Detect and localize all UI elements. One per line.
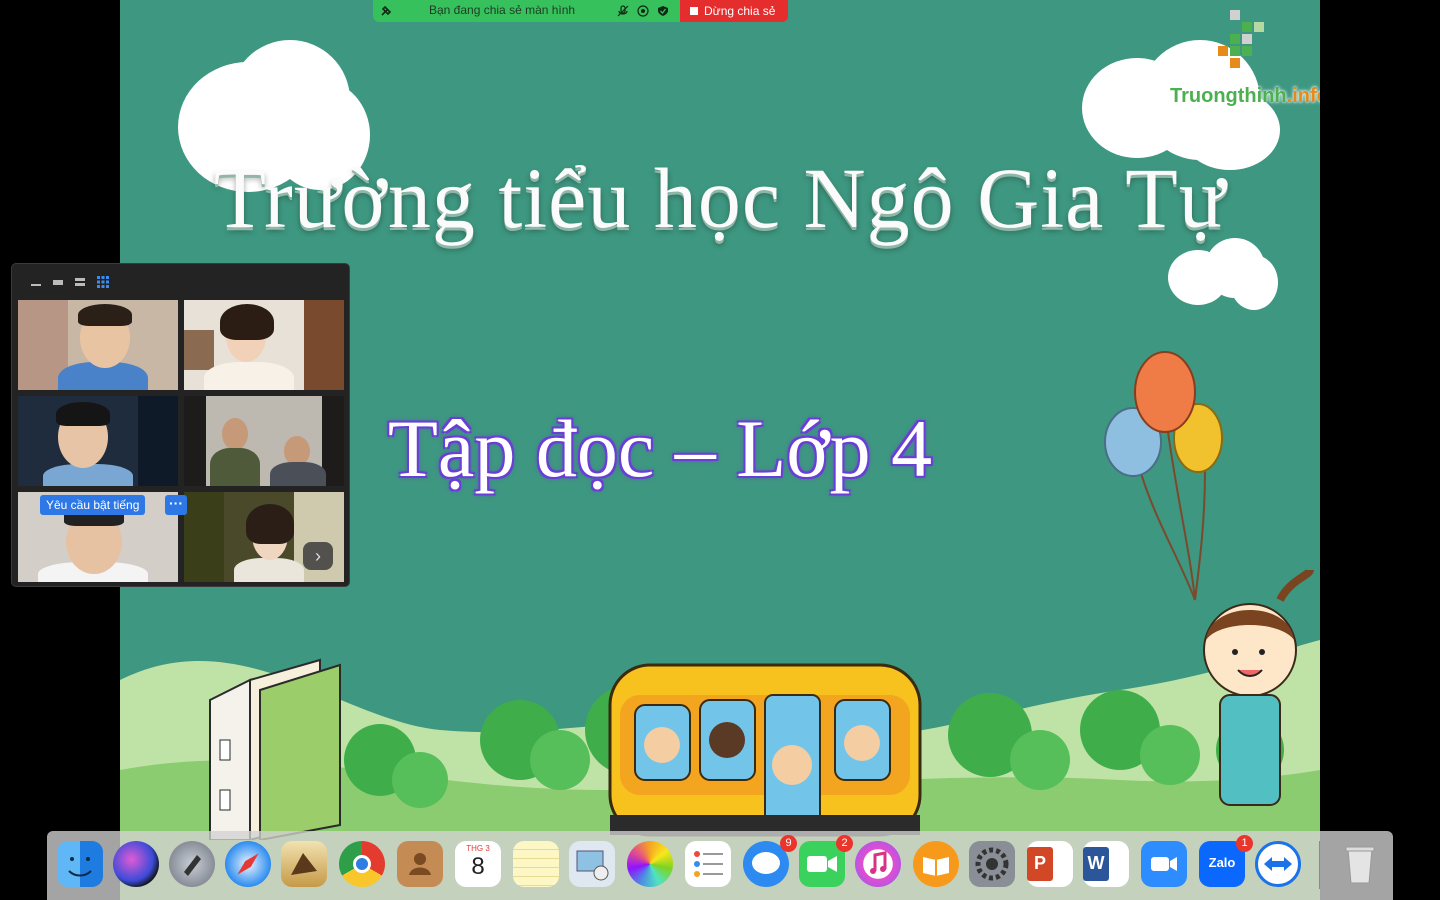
slide-title: Trường tiểu học Ngô Gia Tự [213, 150, 1227, 246]
dock-separator [1319, 841, 1320, 889]
truongthinh-logo-icon [1218, 10, 1264, 68]
gallery-view-toolbar [30, 274, 110, 290]
dock-photos-icon[interactable] [627, 841, 673, 887]
stop-share-button[interactable]: Dừng chia sẻ [680, 0, 788, 22]
dock-zoom-icon[interactable] [1141, 841, 1187, 887]
person-icon [409, 853, 431, 875]
dock-zalo-icon[interactable]: Zalo 1 [1199, 835, 1253, 887]
gear-icon [975, 847, 1009, 881]
truongthinh-logo: Truongthinh.info [1170, 85, 1320, 108]
dock-image-capture-icon[interactable] [569, 841, 615, 887]
dock-music-icon[interactable] [855, 841, 901, 887]
record-icon[interactable] [637, 5, 649, 17]
participant-video-4[interactable] [184, 396, 344, 486]
facetime-badge: 2 [836, 835, 853, 852]
dock-notes-icon[interactable] [513, 841, 559, 887]
cloud-small-3 [1230, 255, 1278, 310]
dock-trash-icon[interactable] [1337, 841, 1383, 887]
trash-can-icon [1345, 846, 1375, 884]
zalo-label: Zalo [1208, 855, 1236, 870]
dock-contacts-icon[interactable] [397, 841, 443, 887]
dock-teamviewer-icon[interactable] [1255, 841, 1301, 887]
word-letter: W [1087, 853, 1105, 873]
calendar-day: 8 [471, 853, 485, 880]
dock-word-icon[interactable]: W [1083, 841, 1129, 887]
dock-preview-app-icon[interactable] [281, 841, 327, 887]
share-status-text: Bạn đang chia sẻ màn hình [429, 3, 576, 17]
books-illustration [209, 658, 341, 840]
logo-text: Truongthinh [1170, 85, 1287, 107]
zalo-badge: 1 [1236, 835, 1253, 852]
dock-safari-icon[interactable] [225, 841, 271, 887]
messages-badge: 9 [780, 835, 797, 852]
dock-reminders-icon[interactable] [685, 841, 731, 887]
compass-icon [237, 853, 259, 875]
more-options-button[interactable]: ··· [165, 495, 187, 515]
rocket-icon [184, 855, 201, 876]
stop-share-label: Dừng chia sẻ [704, 4, 776, 18]
grid-view-icon[interactable] [96, 275, 110, 289]
dock-siri-icon[interactable] [113, 841, 159, 887]
participant-video-1[interactable] [18, 300, 178, 390]
security-shield-icon[interactable] [657, 5, 669, 17]
unmute-request-button[interactable]: Yêu cầu bật tiếng [40, 495, 146, 515]
share-pin-icon[interactable] [379, 4, 393, 18]
dock-calendar-icon[interactable]: THG 3 8 [455, 841, 501, 887]
screen-share-bar: Bạn đang chia sẻ màn hình Dừng chia sẻ [373, 0, 788, 22]
next-page-button[interactable]: › [303, 542, 333, 570]
strip-view-icon[interactable] [52, 276, 64, 288]
zoom-camera-icon [1151, 857, 1177, 871]
minimize-view-icon[interactable] [30, 276, 42, 288]
participant-video-2[interactable] [184, 300, 344, 390]
dock-finder-icon[interactable] [57, 841, 103, 887]
eagle-icon [291, 853, 317, 875]
music-note-icon [870, 851, 887, 874]
macos-dock: THG 3 8 9 2 P W Zalo 1 [47, 831, 1393, 900]
dock-chrome-icon[interactable] [339, 841, 385, 887]
girl-illustration [1203, 568, 1314, 806]
open-book-icon [923, 857, 949, 876]
finder-face-icon [68, 857, 92, 877]
double-arrow-icon [1264, 857, 1292, 871]
dock-messages-icon[interactable]: 9 [743, 835, 797, 887]
dock-facetime-icon[interactable]: 2 [799, 835, 853, 887]
video-gallery-window[interactable]: Yêu cầu bật tiếng ··· › [12, 264, 349, 586]
school-bus-illustration [608, 663, 922, 837]
dock-books-icon[interactable] [913, 841, 959, 887]
stop-square-icon [690, 7, 698, 15]
dock-system-preferences-icon[interactable] [969, 841, 1015, 887]
mute-mic-icon[interactable] [617, 5, 629, 17]
calendar-month: THG 3 [466, 844, 490, 853]
dock-launchpad-icon[interactable] [169, 841, 215, 887]
list-icon [694, 851, 723, 877]
participant-video-3[interactable] [18, 396, 178, 486]
desktop: Truongthinh.info Trường tiểu học Ngô Gia… [0, 0, 1440, 900]
speaker-view-icon[interactable] [74, 276, 86, 288]
powerpoint-letter: P [1033, 853, 1046, 873]
dock-powerpoint-icon[interactable]: P [1027, 841, 1073, 887]
photos-stack-icon [576, 850, 609, 881]
logo-text-tail: .info [1286, 85, 1320, 107]
share-status-area[interactable]: Bạn đang chia sẻ màn hình [373, 0, 680, 22]
